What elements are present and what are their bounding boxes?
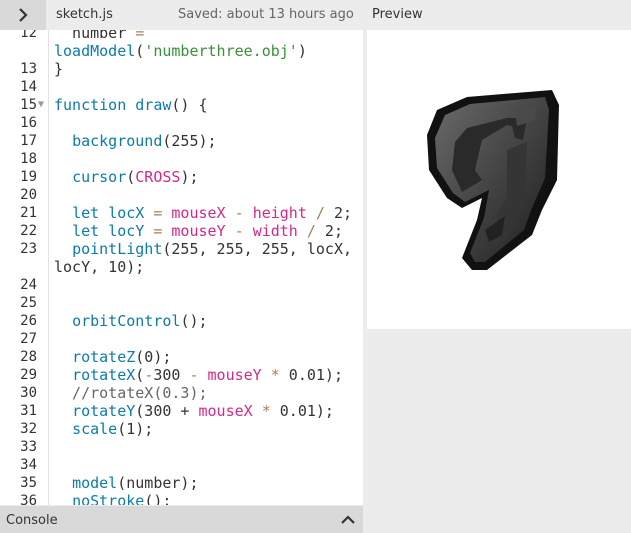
- code-line[interactable]: 29 rotateX(-300 - mouseY * 0.01);: [0, 366, 363, 384]
- code-line[interactable]: 24: [0, 276, 363, 294]
- line-number: 22: [20, 223, 37, 239]
- top-bar: sketch.js Saved: about 13 hours ago Prev…: [0, 0, 631, 30]
- line-number: 21: [20, 205, 37, 221]
- saved-status: Saved: about 13 hours ago: [178, 7, 354, 22]
- code-text: }: [54, 60, 64, 78]
- console-bar[interactable]: Console: [0, 506, 363, 533]
- line-number: 13: [20, 61, 37, 77]
- code-text: noStroke();: [72, 492, 172, 505]
- preview-canvas[interactable]: [367, 30, 631, 329]
- code-line[interactable]: 25: [0, 294, 363, 312]
- code-line[interactable]: 26 orbitControl();: [0, 312, 363, 330]
- file-name[interactable]: sketch.js: [56, 7, 113, 22]
- line-number: 12: [20, 30, 37, 41]
- line-number: 24: [20, 277, 37, 293]
- code-text: rotateY(300 + mouseX * 0.01);: [72, 402, 334, 420]
- code-line[interactable]: 30 //rotateX(0.3);: [0, 384, 363, 402]
- code-line[interactable]: 20: [0, 186, 363, 204]
- line-number: 35: [20, 475, 37, 491]
- code-text: background(255);: [72, 132, 217, 150]
- line-number: 25: [20, 295, 37, 311]
- line-number: 36: [20, 493, 37, 505]
- code-text: locY, 10);: [54, 258, 145, 276]
- code-text: orbitControl();: [72, 312, 208, 330]
- code-line[interactable]: 31 rotateY(300 + mouseX * 0.01);: [0, 402, 363, 420]
- code-line[interactable]: 12 number =: [0, 30, 363, 42]
- line-number: 27: [20, 331, 37, 347]
- code-text: let locY = mouseY - width / 2;: [72, 222, 343, 240]
- code-line[interactable]: 36 noStroke();: [0, 492, 363, 505]
- line-number: 23: [20, 241, 37, 257]
- code-text: number =: [54, 30, 145, 42]
- line-number: 20: [20, 187, 37, 203]
- code-line[interactable]: 21 let locX = mouseX - height / 2;: [0, 204, 363, 222]
- code-text: scale(1);: [72, 420, 154, 438]
- line-number: 29: [20, 367, 37, 383]
- line-number: 18: [20, 151, 37, 167]
- line-number: 15: [20, 97, 37, 113]
- number-three-model: [427, 90, 559, 270]
- line-number: 32: [20, 421, 37, 437]
- code-editor[interactable]: 12 number = loadModel('numberthree.obj') 1…: [0, 30, 363, 505]
- code-line[interactable]: 34: [0, 456, 363, 474]
- line-number: 19: [20, 169, 37, 185]
- chevron-up-icon[interactable]: [339, 511, 357, 529]
- code-line[interactable]: 33: [0, 438, 363, 456]
- code-line[interactable]: loadModel('numberthree.obj'): [0, 42, 363, 60]
- line-number: 31: [20, 403, 37, 419]
- code-text: let locX = mouseX - height / 2;: [72, 204, 353, 222]
- line-number: 17: [20, 133, 37, 149]
- code-text: loadModel('numberthree.obj'): [54, 42, 307, 60]
- code-line[interactable]: locY, 10);: [0, 258, 363, 276]
- code-text: //rotateX(0.3);: [54, 384, 208, 402]
- code-line[interactable]: 16: [0, 114, 363, 132]
- line-number: 33: [20, 439, 37, 455]
- code-text: function draw() {: [54, 96, 208, 114]
- code-line[interactable]: 22 let locY = mouseY - width / 2;: [0, 222, 363, 240]
- code-line[interactable]: 23 pointLight(255, 255, 255, locX,: [0, 240, 363, 258]
- preview-label: Preview: [372, 7, 423, 22]
- code-line[interactable]: 19 cursor(CROSS);: [0, 168, 363, 186]
- code-text: rotateZ(0);: [72, 348, 172, 366]
- code-text: rotateX(-300 - mouseY * 0.01);: [72, 366, 343, 384]
- line-number: 34: [20, 457, 37, 473]
- code-text: pointLight(255, 255, 255, locX,: [72, 240, 353, 258]
- code-line[interactable]: 17 background(255);: [0, 132, 363, 150]
- code-lines[interactable]: 12 number = loadModel('numberthree.obj') 1…: [0, 30, 363, 505]
- code-line[interactable]: 32 scale(1);: [0, 420, 363, 438]
- line-number: 14: [20, 79, 37, 95]
- line-number: 16: [20, 115, 37, 131]
- code-text: model(number);: [72, 474, 199, 492]
- code-line[interactable]: 27: [0, 330, 363, 348]
- expand-sidebar-button[interactable]: [0, 0, 46, 30]
- code-line[interactable]: 28 rotateZ(0);: [0, 348, 363, 366]
- code-line[interactable]: 35 model(number);: [0, 474, 363, 492]
- code-line[interactable]: 15 ▼ function draw() {: [0, 96, 363, 114]
- code-line[interactable]: 14: [0, 78, 363, 96]
- line-number: 28: [20, 349, 37, 365]
- code-text: cursor(CROSS);: [72, 168, 199, 186]
- line-number: 26: [20, 313, 37, 329]
- line-number: 30: [20, 385, 37, 401]
- fold-arrow-icon[interactable]: ▼: [38, 96, 48, 114]
- code-line[interactable]: 18: [0, 150, 363, 168]
- console-label: Console: [6, 513, 58, 528]
- chevron-right-icon: [19, 8, 28, 22]
- code-line[interactable]: 13}: [0, 60, 363, 78]
